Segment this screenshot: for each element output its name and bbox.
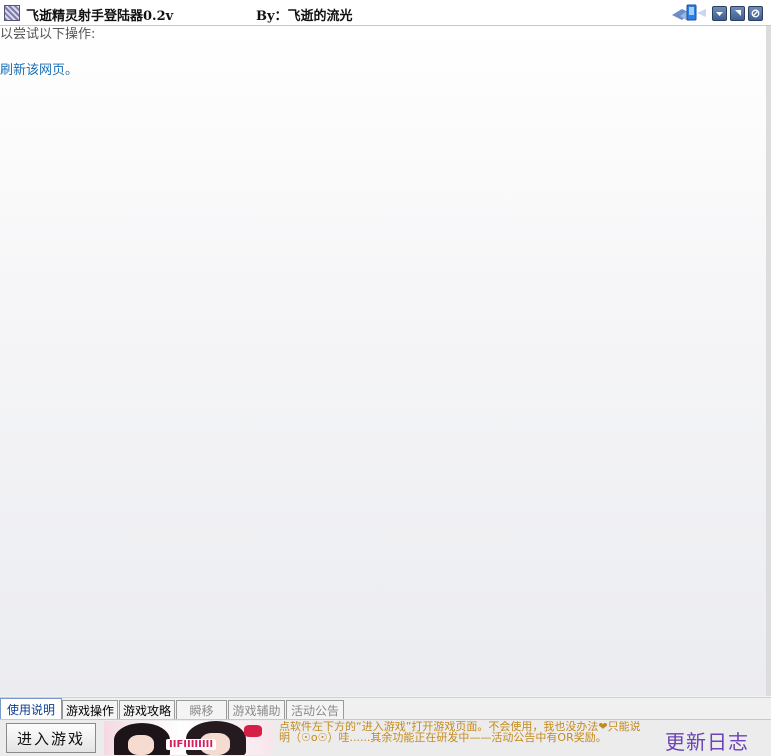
- tab-announcements[interactable]: 活动公告: [286, 700, 344, 719]
- banner-bow: [244, 725, 262, 737]
- anime-banner-image[interactable]: IIFIIIIIIII: [104, 721, 274, 755]
- banner-logo-text: IIFIIIIIIII: [166, 739, 217, 750]
- error-hint-text: 以尝试以下操作:: [0, 27, 96, 42]
- tab-game-guide[interactable]: 游戏攻略: [119, 700, 175, 719]
- bottom-bar: 进入游戏 IIFIIIIIIII 点软件左下方的“进入游戏”打开游戏页面。不会使…: [0, 719, 771, 756]
- tab-game-operations[interactable]: 游戏操作: [62, 700, 118, 719]
- minimize-icon: [716, 12, 723, 16]
- web-content-area[interactable]: 以尝试以下操作: 刷新该网页。: [0, 26, 766, 696]
- app-icon: [4, 5, 20, 21]
- close-button[interactable]: [748, 6, 763, 21]
- title-bar[interactable]: 飞逝精灵射手登陆器0.2v By：飞逝的流光: [0, 0, 771, 26]
- changelog-link[interactable]: 更新日志: [665, 726, 749, 755]
- banner-face-left: [128, 735, 154, 755]
- tab-game-assist[interactable]: 游戏辅助: [228, 700, 285, 719]
- tab-teleport[interactable]: 瞬移: [176, 700, 227, 719]
- refresh-page-link[interactable]: 刷新该网页。: [0, 59, 78, 78]
- window-title: 飞逝精灵射手登陆器0.2v: [26, 9, 174, 24]
- vertical-scrollbar[interactable]: [766, 26, 771, 696]
- notice-text: 点软件左下方的“进入游戏”打开游戏页面。不会使用，我也没办法❤只能说明（☉o☉）…: [279, 721, 641, 744]
- window-author: By：飞逝的流光: [256, 9, 353, 24]
- skin-icon[interactable]: [670, 3, 710, 23]
- close-icon: [751, 9, 760, 18]
- maximize-icon: [735, 10, 741, 16]
- launcher-window: 飞逝精灵射手登陆器0.2v By：飞逝的流光 以尝试以下操作: 刷新该网页。 使…: [0, 0, 771, 756]
- minimize-button[interactable]: [712, 6, 727, 21]
- tab-usage[interactable]: 使用说明: [0, 698, 62, 719]
- enter-game-button[interactable]: 进入游戏: [6, 723, 96, 753]
- maximize-button[interactable]: [730, 6, 745, 21]
- tab-bar: 使用说明 游戏操作 游戏攻略 瞬移 游戏辅助 活动公告: [0, 697, 771, 719]
